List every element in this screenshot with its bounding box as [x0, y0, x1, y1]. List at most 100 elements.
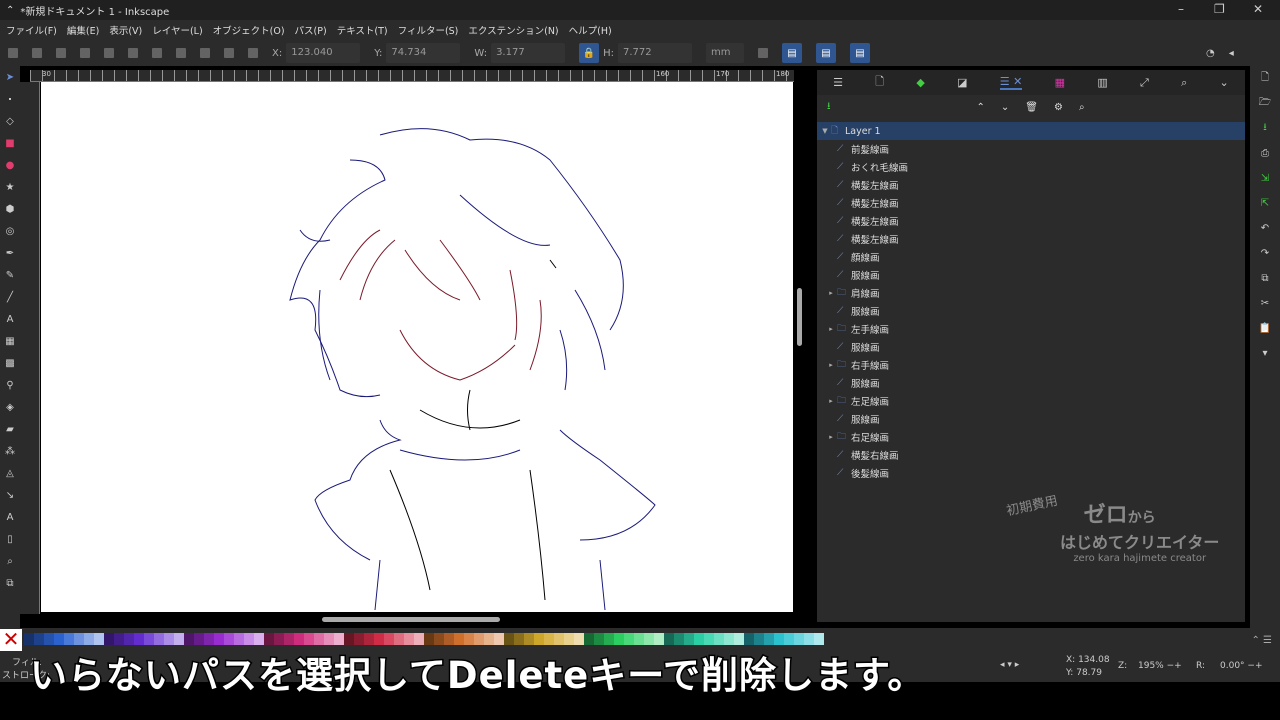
- color-swatch[interactable]: [144, 633, 154, 645]
- tab-document-properties-icon[interactable]: 🗋: [875, 73, 884, 92]
- ellipse-tool-icon[interactable]: ●: [0, 154, 20, 176]
- paste-icon[interactable]: 📋: [1250, 316, 1280, 341]
- export-icon[interactable]: ⇱: [1250, 191, 1280, 216]
- dropper-tool-icon[interactable]: ⚲: [0, 374, 20, 396]
- menu-filter[interactable]: フィルター(S): [398, 23, 459, 37]
- flip-v-icon[interactable]: [152, 48, 162, 58]
- color-swatch[interactable]: [384, 633, 394, 645]
- color-swatch[interactable]: [664, 633, 674, 645]
- spray-tool-icon[interactable]: ⁂: [0, 440, 20, 462]
- color-swatch[interactable]: [264, 633, 274, 645]
- open-icon[interactable]: 🗁: [1250, 91, 1280, 116]
- object-row[interactable]: ⟋ 服線画: [817, 266, 1245, 284]
- color-swatch[interactable]: [764, 633, 774, 645]
- color-swatch[interactable]: [674, 633, 684, 645]
- object-row[interactable]: ⟋ 横髪左線画: [817, 194, 1245, 212]
- color-swatch[interactable]: [254, 633, 264, 645]
- no-paint-swatch[interactable]: ✕: [0, 629, 22, 651]
- add-layer-icon[interactable]: ⭳: [827, 99, 831, 116]
- object-row[interactable]: ⟋ 服線画: [817, 302, 1245, 320]
- color-swatch[interactable]: [614, 633, 624, 645]
- move-up-icon[interactable]: ⌃: [977, 102, 985, 113]
- object-row[interactable]: ⟋ 顔線画: [817, 248, 1245, 266]
- color-swatch[interactable]: [754, 633, 764, 645]
- object-row[interactable]: ⟋ おくれ毛線画: [817, 158, 1245, 176]
- color-swatch[interactable]: [624, 633, 634, 645]
- color-swatch[interactable]: [454, 633, 464, 645]
- raise-icon[interactable]: [200, 48, 210, 58]
- x-field[interactable]: X: 123.040: [272, 43, 361, 63]
- object-row[interactable]: ⟋ 服線画: [817, 374, 1245, 392]
- pen-tool-icon[interactable]: ✒: [0, 242, 20, 264]
- layer-row[interactable]: ▼ 🗋 Layer 1: [817, 122, 1245, 140]
- menu-extensions[interactable]: エクステンション(N): [468, 23, 558, 37]
- color-swatch[interactable]: [284, 633, 294, 645]
- color-swatch[interactable]: [414, 633, 424, 645]
- color-swatch[interactable]: [324, 633, 334, 645]
- select-all-icon[interactable]: [8, 48, 18, 58]
- color-swatch[interactable]: [374, 633, 384, 645]
- object-row[interactable]: ▸ 🗀 左手線画: [817, 320, 1245, 338]
- object-row[interactable]: ▸ 🗀 肩線画: [817, 284, 1245, 302]
- undo-icon[interactable]: ↶: [1250, 216, 1280, 241]
- flip-h-icon[interactable]: [128, 48, 138, 58]
- color-swatch[interactable]: [424, 633, 434, 645]
- node-tool-icon[interactable]: ⬝: [0, 88, 20, 110]
- color-swatch[interactable]: [274, 633, 284, 645]
- object-row[interactable]: ⟋ 横髪左線画: [817, 230, 1245, 248]
- pages-tool-icon[interactable]: ▯: [0, 528, 20, 550]
- tab-fill-stroke-icon[interactable]: ◆: [916, 76, 924, 89]
- lock-ratio-icon[interactable]: 🔒: [579, 43, 600, 63]
- collapse-commands-icon[interactable]: ◂: [1229, 48, 1234, 59]
- tab-align-icon[interactable]: ☰: [833, 76, 843, 89]
- color-swatch[interactable]: [244, 633, 254, 645]
- calligraphy-tool-icon[interactable]: ╱: [0, 286, 20, 308]
- color-swatch[interactable]: [544, 633, 554, 645]
- color-swatch[interactable]: [394, 633, 404, 645]
- expand-arrow-icon[interactable]: ▸: [825, 289, 837, 297]
- lower-bottom-icon[interactable]: [248, 48, 258, 58]
- pencil-tool-icon[interactable]: ✎: [0, 264, 20, 286]
- deselect-icon[interactable]: [56, 48, 66, 58]
- color-swatch[interactable]: [434, 633, 444, 645]
- object-row[interactable]: ▸ 🗀 右手線画: [817, 356, 1245, 374]
- save-icon[interactable]: ⭳: [1250, 116, 1280, 141]
- color-swatch[interactable]: [804, 633, 814, 645]
- color-swatch[interactable]: [604, 633, 614, 645]
- zoom-tool-icon[interactable]: ⌕: [0, 550, 20, 572]
- object-row[interactable]: ▸ 🗀 左足線画: [817, 392, 1245, 410]
- tab-transform-icon[interactable]: ⤢: [1140, 76, 1149, 90]
- color-swatch[interactable]: [484, 633, 494, 645]
- color-swatch[interactable]: [594, 633, 604, 645]
- color-swatch[interactable]: [174, 633, 184, 645]
- tab-find-icon[interactable]: ⌕: [1181, 76, 1187, 90]
- color-swatch[interactable]: [234, 633, 244, 645]
- scale-stroke-icon[interactable]: [757, 48, 768, 58]
- tweak-tool-icon[interactable]: ◇: [0, 110, 20, 132]
- menu-text[interactable]: テキスト(T): [337, 23, 388, 37]
- cut-icon[interactable]: ✂: [1250, 291, 1280, 316]
- color-swatch[interactable]: [444, 633, 454, 645]
- color-swatch[interactable]: [714, 633, 724, 645]
- drawing-canvas[interactable]: [41, 82, 793, 612]
- color-swatch[interactable]: [44, 633, 54, 645]
- spiral-tool-icon[interactable]: ◎: [0, 220, 20, 242]
- color-swatch[interactable]: [354, 633, 364, 645]
- print-icon[interactable]: ⎙: [1250, 141, 1280, 166]
- menu-help[interactable]: ヘルプ(H): [569, 23, 612, 37]
- color-swatch[interactable]: [304, 633, 314, 645]
- color-swatch[interactable]: [84, 633, 94, 645]
- search-icon[interactable]: ⌕: [1079, 102, 1085, 113]
- color-swatch[interactable]: [794, 633, 804, 645]
- expand-arrow-icon[interactable]: ▼: [819, 127, 831, 135]
- color-swatch[interactable]: [294, 633, 304, 645]
- color-swatch[interactable]: [224, 633, 234, 645]
- eraser-tool-icon[interactable]: ▰: [0, 418, 20, 440]
- zoom-field[interactable]: 195% −+: [1138, 661, 1182, 671]
- redo-icon[interactable]: ↷: [1250, 241, 1280, 266]
- expand-arrow-icon[interactable]: ▸: [825, 361, 837, 369]
- object-row[interactable]: ⟋ 服線画: [817, 410, 1245, 428]
- color-swatch[interactable]: [634, 633, 644, 645]
- settings-gear-icon[interactable]: ⚙: [1054, 102, 1063, 113]
- color-swatch[interactable]: [524, 633, 534, 645]
